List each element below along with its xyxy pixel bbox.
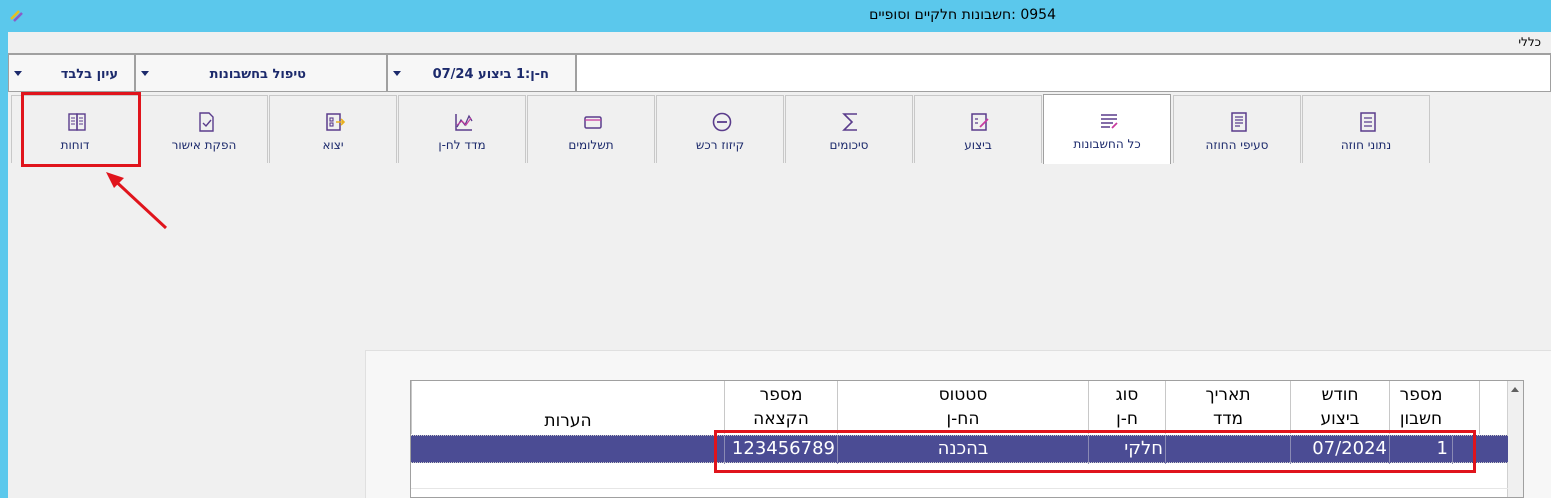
scroll-up-icon[interactable] (1511, 387, 1519, 392)
header-account-type[interactable]: סוג ח-ן (1088, 381, 1165, 434)
app-icon (10, 10, 23, 22)
approval-icon (199, 112, 214, 132)
window-left-border (0, 0, 8, 498)
cell-notes (411, 436, 724, 464)
export-icon (326, 113, 346, 131)
tab-purchase-offset[interactable]: קיזוז רכש (656, 95, 784, 163)
window-title: 0954 :חשבונות חלקיים וסופיים (869, 7, 1056, 23)
selector-row-fill (576, 54, 1551, 92)
tab-export[interactable]: יצוא (269, 95, 397, 163)
tab-label: סעיפי החוזה (1205, 138, 1269, 152)
all-accounts-icon (1101, 114, 1118, 129)
chart-icon (455, 114, 473, 131)
reports-highlight-box (21, 92, 141, 167)
chevron-down-icon[interactable] (14, 71, 22, 76)
menu-bar: כללי (8, 32, 1551, 54)
tab-label: מדד לח-ן (438, 138, 486, 152)
selector-row: עיון בלבד טיפול בחשבונות ח-ן:1 ביצוע 07/… (8, 54, 1551, 92)
title-bar: 0954 :חשבונות חלקיים וסופיים (0, 0, 1551, 32)
header-account-number[interactable]: מספר חשבון (1389, 381, 1452, 434)
handling-combo[interactable]: טיפול בחשבונות (135, 54, 387, 92)
header-allocation-number[interactable]: מספר הקצאה (724, 381, 837, 434)
tab-label: יצוא (322, 138, 344, 152)
header-execution-month[interactable]: חודש ביצוע (1290, 381, 1389, 434)
view-mode-combo[interactable]: עיון בלבד (8, 54, 135, 92)
execution-icon (971, 113, 989, 131)
tab-label: קיזוז רכש (695, 138, 745, 152)
tab-label: כל החשבונות (1073, 137, 1141, 151)
vertical-scrollbar[interactable] (1507, 381, 1523, 497)
tab-all-accounts[interactable]: כל החשבונות (1043, 94, 1171, 164)
account-period-label: ח-ן:1 ביצוע 07/24 (432, 67, 549, 82)
minus-circle-icon (712, 112, 732, 132)
tab-payments[interactable]: תשלומים (527, 95, 655, 163)
tab-label: הפקת אישור (171, 138, 237, 152)
chevron-down-icon[interactable] (141, 71, 149, 76)
contract-clauses-icon (1231, 112, 1247, 132)
tab-contract-data[interactable]: נתוני חוזה (1302, 95, 1430, 163)
tab-issue-approval[interactable]: הפקת אישור (140, 95, 268, 163)
toolbar-tabs: נתוני חוזה סעיפי החוזה כל החשבונות ביצוע (8, 92, 1551, 164)
handling-label: טיפול בחשבונות (209, 67, 306, 82)
header-index-date[interactable]: תאריך מדד (1165, 381, 1290, 434)
tab-index[interactable]: מדד לח-ן (398, 95, 526, 163)
chevron-down-icon[interactable] (393, 71, 401, 76)
account-period-combo[interactable]: ח-ן:1 ביצוע 07/24 (387, 54, 576, 92)
header-notes[interactable]: הערות (411, 381, 724, 434)
contract-data-icon (1360, 112, 1376, 132)
view-mode-label: עיון בלבד (60, 67, 118, 82)
tab-label: סיכומים (829, 138, 869, 152)
wallet-icon (584, 116, 602, 129)
tab-label: תשלומים (568, 138, 614, 152)
annotation-arrow-icon (106, 172, 168, 230)
app-window: 0954 :חשבונות חלקיים וסופיים כללי עיון ב… (0, 0, 1551, 498)
tab-summaries[interactable]: סיכומים (785, 95, 913, 163)
sigma-icon (842, 113, 857, 131)
tab-label: ביצוע (964, 138, 992, 152)
header-row-selector (1479, 381, 1507, 434)
tab-contract-clauses[interactable]: סעיפי החוזה (1173, 95, 1301, 163)
tab-label: נתוני חוזה (1340, 138, 1392, 152)
row-highlight-box (714, 430, 1476, 473)
header-account-status[interactable]: סטטוס הח-ן (837, 381, 1088, 434)
menu-general[interactable]: כללי (1518, 35, 1541, 49)
tab-execution[interactable]: ביצוע (914, 95, 1042, 163)
